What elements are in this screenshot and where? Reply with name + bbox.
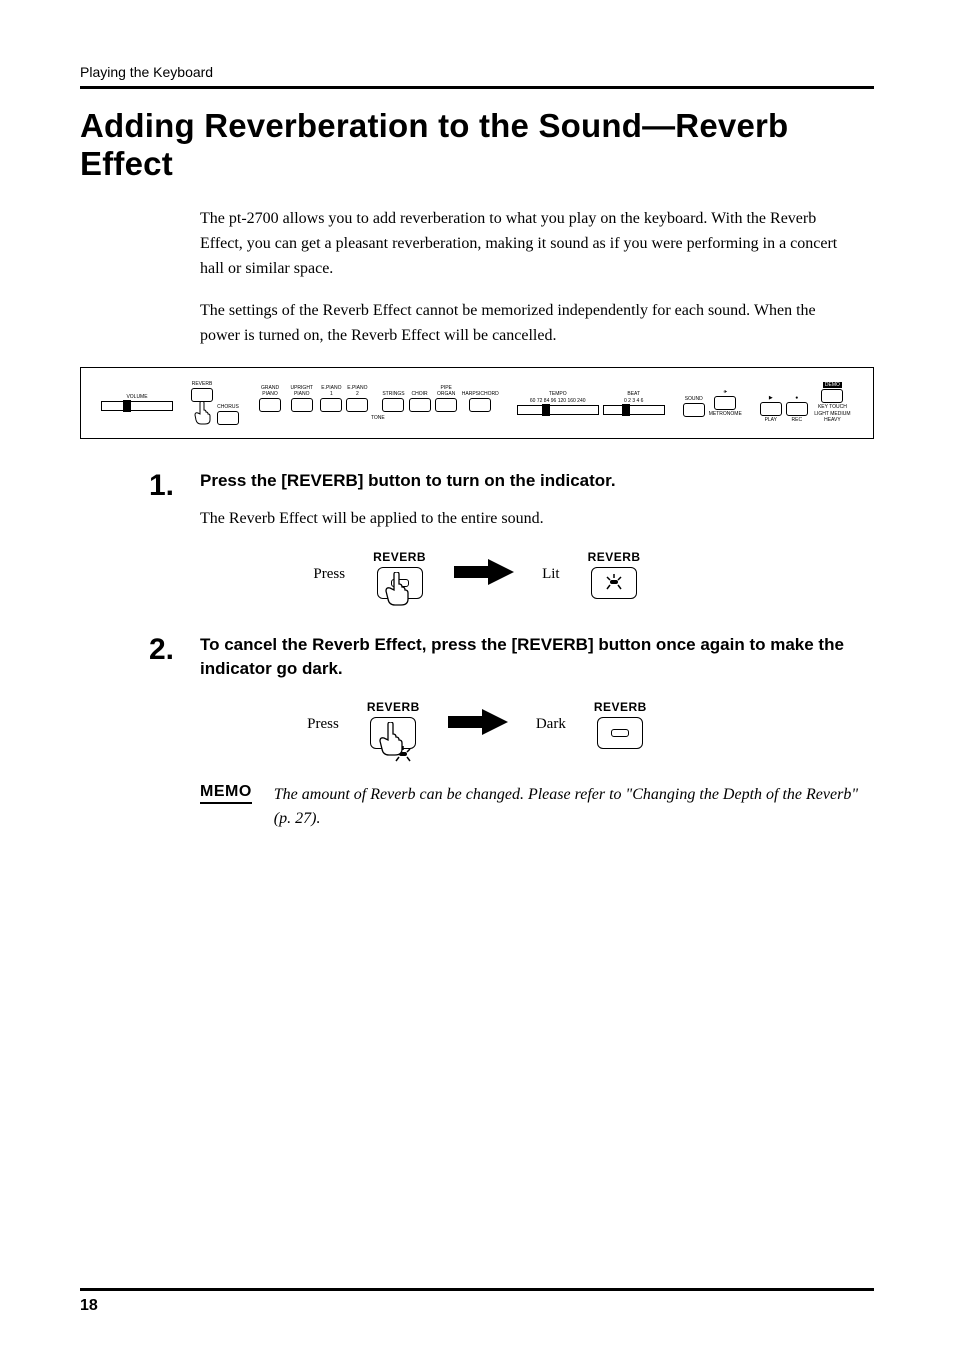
reverb-label: REVERB bbox=[373, 550, 426, 564]
led-on-icon bbox=[605, 574, 623, 592]
effect-group: REVERB CHORUS bbox=[191, 381, 239, 425]
play-btn bbox=[760, 402, 782, 416]
tone-label: GRAND PIANO bbox=[257, 385, 283, 397]
fig-caption-lit: Lit bbox=[542, 566, 560, 583]
tone-label: PIPE ORGAN bbox=[435, 385, 458, 397]
demo-label: DEMO bbox=[823, 382, 842, 388]
rec-btn bbox=[786, 402, 808, 416]
tone-label: E.PIANO 1 bbox=[320, 385, 342, 397]
step-1-figure: Press REVERB Lit REVERB bbox=[80, 550, 874, 599]
step-1-body: The Reverb Effect will be applied to the… bbox=[200, 507, 874, 532]
beat-label: BEAT bbox=[627, 391, 640, 397]
tone-label: E.PIANO 2 bbox=[346, 385, 368, 397]
intro-paragraph-2: The settings of the Reverb Effect cannot… bbox=[200, 299, 844, 349]
memo-badge: MEMO bbox=[200, 783, 252, 804]
intro-paragraph-1: The pt-2700 allows you to add reverberat… bbox=[200, 207, 844, 281]
fig-caption-dark: Dark bbox=[536, 716, 566, 733]
tone-btn bbox=[409, 398, 431, 412]
beat-slider bbox=[603, 405, 665, 415]
page-number: 18 bbox=[80, 1297, 98, 1315]
tone-btn bbox=[259, 398, 281, 412]
tempo-beat-group: TEMPO 60 72 84 96 120 160 240 BEAT 0 2 3… bbox=[517, 391, 665, 415]
tone-btn bbox=[469, 398, 491, 412]
metronome-label: METRONOME bbox=[709, 411, 742, 417]
reverb-panel-btn bbox=[191, 388, 213, 402]
tempo-slider bbox=[517, 405, 599, 415]
rule-bottom-wrap bbox=[80, 1288, 874, 1291]
sound-label: SOUND bbox=[685, 396, 703, 402]
fig-caption-press: Press bbox=[313, 566, 345, 583]
rule-top bbox=[80, 86, 874, 89]
page-title: Adding Reverberation to the Sound—Reverb… bbox=[80, 107, 874, 183]
hand-pointer-icon bbox=[192, 401, 212, 425]
reverb-panel-label: REVERB bbox=[192, 381, 213, 387]
tone-label: UPRIGHT PIANO bbox=[287, 385, 316, 397]
arrow-right-icon bbox=[454, 559, 514, 590]
key-touch-label: KEY TOUCH bbox=[818, 404, 847, 410]
hand-pointer-icon bbox=[377, 722, 405, 756]
transport-group: ▶ PLAY ● REC DEMO KEY TOUCH LIGHT MEDIUM H… bbox=[760, 382, 853, 423]
play-label: PLAY bbox=[765, 417, 777, 423]
step-1: 1. Press the [REVERB] button to turn on … bbox=[80, 469, 874, 501]
intro-block: The pt-2700 allows you to add reverberat… bbox=[200, 207, 844, 349]
step-heading: To cancel the Reverb Effect, press the [… bbox=[200, 633, 874, 682]
step-heading: Press the [REVERB] button to turn on the… bbox=[200, 469, 874, 494]
step-number: 1. bbox=[80, 469, 174, 501]
tone-label: HARPSICHORD bbox=[462, 391, 499, 397]
tone-label: CHOIR bbox=[412, 391, 428, 397]
reverb-button-on: REVERB bbox=[367, 700, 420, 749]
rec-icon: ● bbox=[795, 395, 798, 401]
chorus-button-panel: CHORUS bbox=[217, 404, 239, 425]
step-number: 2. bbox=[80, 633, 174, 665]
reverb-button-on: REVERB bbox=[588, 550, 641, 599]
step-2: 2. To cancel the Reverb Effect, press th… bbox=[80, 633, 874, 682]
tempo-marks: 60 72 84 96 120 160 240 bbox=[530, 398, 586, 404]
reverb-label: REVERB bbox=[594, 700, 647, 714]
step-2-figure: Press REVERB bbox=[80, 700, 874, 749]
metronome-group: SOUND 🕪METRONOME bbox=[683, 389, 742, 417]
tempo-label: TEMPO bbox=[549, 391, 567, 397]
tone-btn bbox=[435, 398, 457, 412]
reverb-button-off: REVERB bbox=[373, 550, 426, 599]
arrow-right-icon bbox=[448, 709, 508, 740]
tone-btn bbox=[320, 398, 342, 412]
volume-control: VOLUME bbox=[101, 394, 173, 411]
rule-bottom bbox=[80, 1288, 874, 1291]
tone-btn bbox=[346, 398, 368, 412]
reverb-label: REVERB bbox=[367, 700, 420, 714]
reverb-button-off: REVERB bbox=[594, 700, 647, 749]
metronome-btn bbox=[714, 396, 736, 410]
reverb-label: REVERB bbox=[588, 550, 641, 564]
tone-btn bbox=[291, 398, 313, 412]
tone-label: STRINGS bbox=[382, 391, 404, 397]
hand-pointer-icon bbox=[383, 572, 411, 606]
sound-btn bbox=[683, 403, 705, 417]
chorus-panel-btn bbox=[217, 411, 239, 425]
volume-slider bbox=[101, 401, 173, 411]
rec-label: REC bbox=[792, 417, 803, 423]
manual-page: Playing the Keyboard Adding Reverberatio… bbox=[0, 0, 954, 1351]
fig-caption-press: Press bbox=[307, 716, 339, 733]
memo-block: MEMO The amount of Reverb can be changed… bbox=[200, 783, 874, 831]
tone-group: GRAND PIANO UPRIGHT PIANO E.PIANO 1 E.PI… bbox=[257, 385, 499, 421]
reverb-button-panel: REVERB bbox=[191, 381, 213, 425]
memo-text: The amount of Reverb can be changed. Ple… bbox=[274, 783, 874, 831]
led-off-icon bbox=[611, 729, 629, 737]
demo-btn bbox=[821, 389, 843, 403]
tone-btn bbox=[382, 398, 404, 412]
control-panel-illustration: VOLUME REVERB CHORUS GRAND PIANO UPRIGHT… bbox=[80, 367, 874, 439]
play-icon: ▶ bbox=[769, 395, 773, 401]
key-touch-marks: LIGHT MEDIUM HEAVY bbox=[812, 411, 853, 423]
chorus-panel-label: CHORUS bbox=[217, 404, 239, 410]
tone-group-label: TONE bbox=[371, 415, 385, 421]
running-head: Playing the Keyboard bbox=[80, 64, 874, 80]
